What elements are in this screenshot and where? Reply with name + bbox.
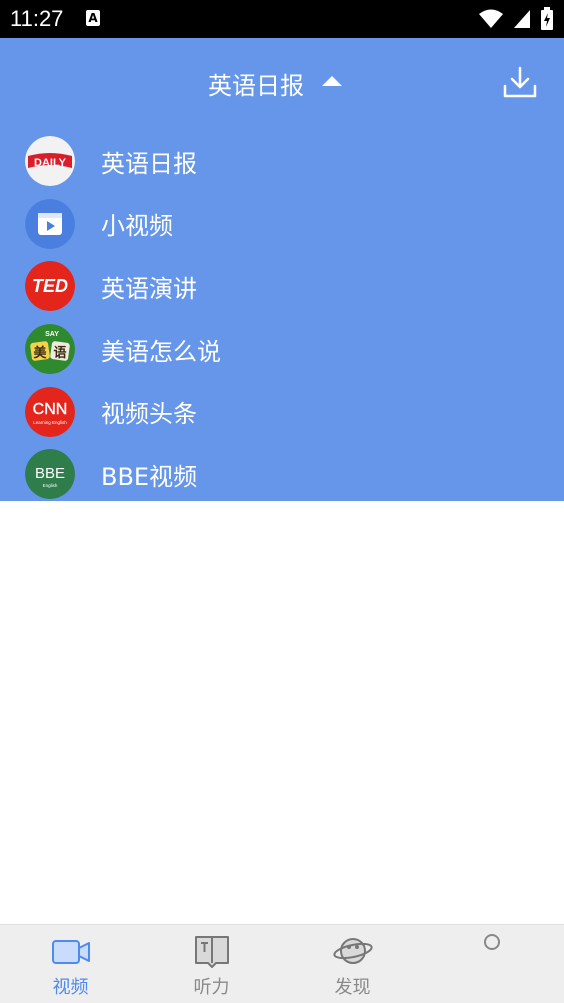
notification-icon: A [86,10,100,26]
bottom-navigation: 视频 听力 发现 [0,924,564,1003]
cnn-logo-subtext: Learning English [33,420,67,425]
profile-circle-icon[interactable] [484,934,500,950]
meiyu-logo-char-b: 语 [53,346,66,361]
title-bar[interactable]: 英语日报 [0,38,564,124]
menu-item-english-speech[interactable]: TED 英语演讲 [0,255,564,318]
cnn-logo-text: CNN [33,401,68,418]
download-icon[interactable] [502,64,538,100]
bbe-logo-icon: BBE English [25,449,75,500]
menu-item-label: 小视频 [101,212,173,241]
meiyu-logo-top: SAY [45,331,59,338]
cnn-logo-icon: CNN Learning English [25,386,75,437]
meiyu-logo-icon: SAY 美 语 [25,324,75,375]
menu-item-label: 英语演讲 [101,274,197,303]
tab-listening[interactable]: 听力 [141,925,282,1003]
menu-item-label: BBE视频 [101,462,198,491]
battery-charging-icon [541,7,553,30]
wifi-icon [479,9,503,28]
tab-label: 发现 [334,977,371,998]
menu-item-label: 英语日报 [101,149,197,178]
page-title[interactable]: 英语日报 [208,66,304,101]
short-video-icon [25,198,75,249]
tab-video[interactable]: 视频 [0,925,141,1003]
video-camera-icon [51,940,90,964]
status-bar: 11:27 A [0,0,564,38]
channel-menu: DAILY 英语日报 小视频 TED 英语演讲 SAY 美 语 美语怎么说 CN… [0,130,564,506]
menu-item-video-headlines[interactable]: CNN Learning English 视频头条 [0,380,564,443]
ted-logo-text: TED [32,276,68,296]
daily-logo-icon: DAILY [25,136,75,187]
planet-icon [332,938,373,964]
menu-item-english-daily[interactable]: DAILY 英语日报 [0,130,564,193]
ted-logo-icon: TED [25,261,75,312]
menu-item-label: 视频头条 [101,400,197,429]
menu-item-short-video[interactable]: 小视频 [0,193,564,256]
tab-label: 视频 [52,977,89,998]
status-icons [478,6,554,32]
menu-item-bbe-video[interactable]: BBE English BBE视频 [0,443,564,506]
bbe-logo-text: BBE [35,465,65,482]
signal-icon [514,10,530,28]
channel-dropdown-panel: 英语日报 DAILY 英语日报 小视频 TED 英语演讲 SAY 美 语 美语怎… [0,38,564,501]
caret-up-icon[interactable] [322,76,342,86]
tab-label: 听力 [193,977,230,998]
menu-item-how-to-say[interactable]: SAY 美 语 美语怎么说 [0,318,564,381]
bbe-logo-subtext: English [43,483,58,488]
tab-discover[interactable]: 发现 [282,925,423,1003]
status-time: 11:27 [10,6,64,31]
daily-logo-text: DAILY [34,157,67,169]
meiyu-logo-char-a: 美 [33,345,47,361]
book-icon [194,936,229,968]
menu-item-label: 美语怎么说 [101,337,221,366]
